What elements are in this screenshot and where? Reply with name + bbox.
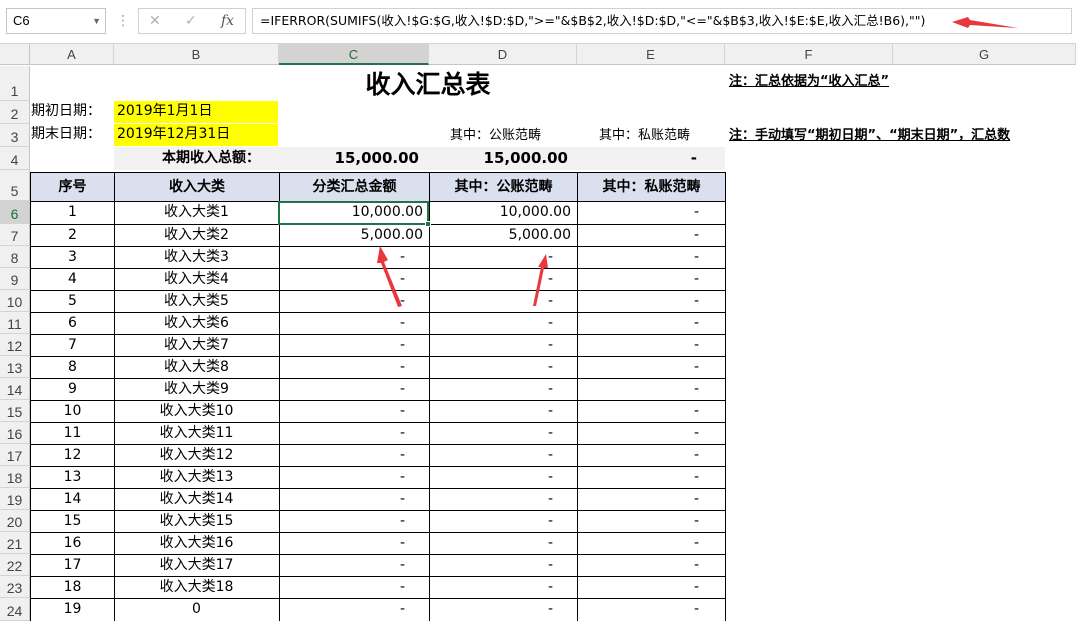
arrow-formula-icon (952, 17, 1018, 28)
arrow-d-icon (533, 254, 548, 306)
annotation-arrows (377, 17, 1018, 307)
arrow-c-icon (377, 246, 402, 307)
